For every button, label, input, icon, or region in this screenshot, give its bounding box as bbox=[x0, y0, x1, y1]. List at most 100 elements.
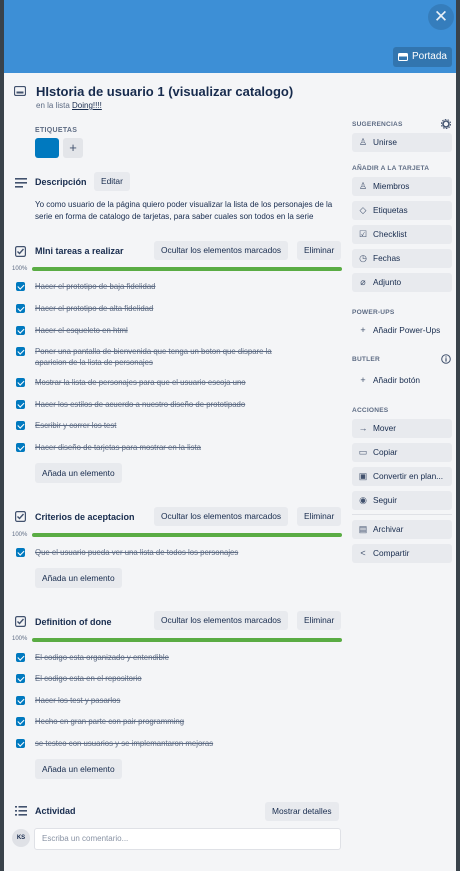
checklist-item[interactable]: Mostrar la lista de personajes para que … bbox=[35, 377, 325, 388]
share-button[interactable]: < Compartir bbox=[352, 544, 452, 563]
checkbox[interactable] bbox=[16, 696, 25, 705]
close-icon[interactable]: ✕ bbox=[428, 4, 454, 30]
checklist-item[interactable]: Hacer los estilos de acuerdo a nuestro d… bbox=[35, 399, 325, 410]
plus-icon: + bbox=[360, 375, 366, 385]
checkbox[interactable] bbox=[16, 378, 25, 387]
hide-checked-button[interactable]: Ocultar los elementos marcados bbox=[154, 241, 289, 260]
suggestions-header: SUGERENCIAS bbox=[352, 121, 403, 128]
checkbox[interactable] bbox=[16, 326, 25, 335]
gear-icon[interactable] bbox=[441, 119, 451, 129]
attachment-button[interactable]: ⌀ Adjunto bbox=[352, 273, 452, 292]
checklist-item[interactable]: se testeo con usuarios y se implemantaro… bbox=[35, 738, 325, 749]
archive-button[interactable]: ▤ Archivar bbox=[352, 520, 452, 539]
archive-label: Archivar bbox=[373, 524, 404, 534]
follow-label: Seguir bbox=[373, 495, 397, 505]
checklist-button[interactable]: ☑ Checklist bbox=[352, 225, 452, 244]
checkbox[interactable] bbox=[16, 304, 25, 313]
list-link[interactable]: Doing!!!! bbox=[72, 101, 102, 110]
add-butler-label: Añadir botón bbox=[373, 375, 421, 385]
delete-checklist-button[interactable]: Eliminar bbox=[297, 507, 342, 526]
checklist-progress-bar bbox=[32, 267, 342, 271]
card-title[interactable]: HIstoria de usuario 1 (visualizar catalo… bbox=[36, 84, 293, 99]
checklist-item[interactable]: Hecho en gran parte con pair programming bbox=[35, 716, 325, 727]
delete-checklist-button[interactable]: Eliminar bbox=[297, 241, 342, 260]
card-list-info: en la lista Doing!!!! bbox=[36, 101, 102, 110]
dates-button[interactable]: ◷ Fechas bbox=[352, 249, 452, 268]
checklist-item[interactable]: Hacer diseño de tarjetas para mostrar en… bbox=[35, 442, 325, 453]
sidebar-divider bbox=[352, 514, 452, 515]
add-item-button[interactable]: Añada un elemento bbox=[35, 759, 122, 779]
dates-label: Fechas bbox=[373, 253, 401, 263]
hide-checked-button[interactable]: Ocultar los elementos marcados bbox=[154, 611, 289, 630]
label-chip-blue[interactable] bbox=[35, 138, 59, 158]
move-button[interactable]: → Mover bbox=[352, 419, 452, 438]
person-icon: ♙ bbox=[358, 181, 368, 191]
comment-input[interactable]: Escriba un comentario... bbox=[34, 828, 341, 850]
join-button[interactable]: ♙ Unirse bbox=[352, 133, 452, 152]
members-label: Miembros bbox=[373, 181, 410, 191]
checklist-item[interactable]: El codigo esta en el repositorio bbox=[35, 673, 325, 684]
activity-icon bbox=[15, 806, 27, 816]
checklist-icon bbox=[15, 246, 26, 257]
checklist-item[interactable]: El codigo esta organizado y entendible bbox=[35, 652, 325, 663]
checkbox[interactable] bbox=[16, 717, 25, 726]
checklist-item[interactable]: Hacer el prototipo de alta fidelidad bbox=[35, 303, 325, 314]
template-icon: ▣ bbox=[358, 471, 368, 481]
checklist-icon bbox=[15, 616, 26, 627]
checkbox[interactable] bbox=[16, 347, 25, 356]
checklist-progress-percent: 100% bbox=[12, 532, 28, 538]
description-title: Descripción bbox=[35, 177, 87, 187]
actions-header: ACCIONES bbox=[352, 407, 389, 414]
checkbox[interactable] bbox=[16, 443, 25, 452]
person-icon: ♙ bbox=[358, 137, 368, 147]
show-details-button[interactable]: Mostrar detalles bbox=[265, 802, 339, 821]
add-powerups-button[interactable]: + Añadir Power-Ups bbox=[352, 321, 452, 340]
checkbox[interactable] bbox=[16, 282, 25, 291]
delete-checklist-button[interactable]: Eliminar bbox=[297, 611, 342, 630]
checkbox[interactable] bbox=[16, 400, 25, 409]
checklist-progress-bar bbox=[32, 638, 342, 642]
members-button[interactable]: ♙ Miembros bbox=[352, 177, 452, 196]
clock-icon: ◷ bbox=[359, 253, 367, 263]
checklist-item[interactable]: Hacer el esqueleto en html bbox=[35, 325, 325, 336]
checklist-item[interactable]: Hacer los test y pasarlos bbox=[35, 695, 325, 706]
card-detail-window: ✕ Portada HIstoria de usuario 1 (visuali… bbox=[4, 0, 456, 871]
add-butler-button[interactable]: + Añadir botón bbox=[352, 371, 452, 390]
checklist-item[interactable]: Que el usuario pueda ver una lista de to… bbox=[35, 547, 325, 558]
activity-title: Actividad bbox=[35, 806, 76, 816]
edit-description-button[interactable]: Editar bbox=[94, 172, 130, 191]
add-item-button[interactable]: Añada un elemento bbox=[35, 463, 122, 483]
checklist-item[interactable]: Hacer el prototipo de baja fidelidad bbox=[35, 281, 325, 292]
copy-icon: ▭ bbox=[358, 447, 368, 457]
checklist-title[interactable]: Definition of done bbox=[35, 617, 112, 627]
powerups-header: POWER-UPS bbox=[352, 309, 395, 316]
labels-button[interactable]: ◇ Etiquetas bbox=[352, 201, 452, 220]
checklist-item[interactable]: Escribir y correr los test bbox=[35, 420, 325, 431]
checklist-title[interactable]: Criterios de aceptacion bbox=[35, 512, 135, 522]
checklist-progress-bar bbox=[32, 533, 342, 537]
description-text[interactable]: Yo como usuario de la página quiero pode… bbox=[35, 199, 345, 223]
add-item-button[interactable]: Añada un elemento bbox=[35, 568, 122, 588]
move-label: Mover bbox=[373, 423, 397, 433]
checklist-progress-percent: 100% bbox=[12, 266, 28, 272]
convert-template-button[interactable]: ▣ Convertir en plan... bbox=[352, 467, 452, 486]
checklist-icon: ☑ bbox=[358, 229, 368, 239]
cover-button[interactable]: Portada bbox=[392, 47, 452, 67]
hide-checked-button[interactable]: Ocultar los elementos marcados bbox=[154, 507, 289, 526]
checkbox[interactable] bbox=[16, 548, 25, 557]
add-label-button[interactable]: + bbox=[63, 138, 83, 158]
copy-button[interactable]: ▭ Copiar bbox=[352, 443, 452, 462]
checkbox[interactable] bbox=[16, 674, 25, 683]
checkbox[interactable] bbox=[16, 739, 25, 748]
follow-button[interactable]: ◉ Seguir bbox=[352, 491, 452, 510]
checklist-item[interactable]: Poner una pantalla de bienvenida que ten… bbox=[35, 346, 297, 368]
checkbox[interactable] bbox=[16, 653, 25, 662]
checklist-icon bbox=[15, 511, 26, 522]
checklist-title[interactable]: MIni tareas a realizar bbox=[35, 246, 124, 256]
join-label: Unirse bbox=[373, 137, 397, 147]
avatar[interactable]: KS bbox=[12, 829, 30, 847]
share-label: Compartir bbox=[373, 548, 410, 558]
share-icon: < bbox=[360, 548, 366, 558]
checkbox[interactable] bbox=[16, 421, 25, 430]
info-icon[interactable] bbox=[441, 354, 451, 364]
